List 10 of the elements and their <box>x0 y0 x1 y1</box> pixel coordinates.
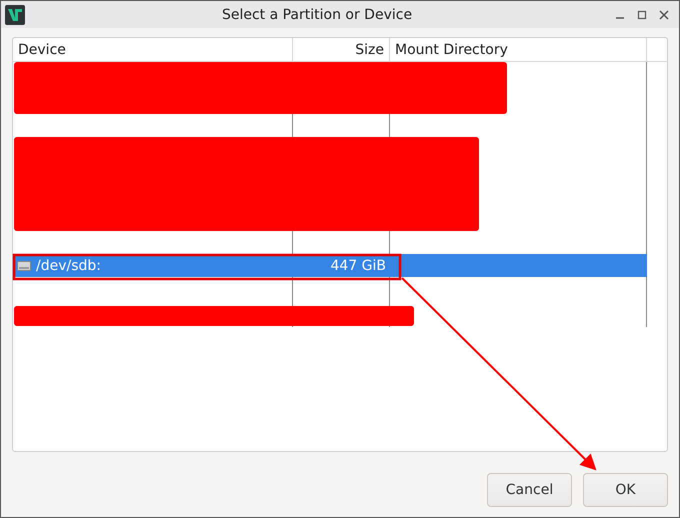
maximize-icon[interactable] <box>637 10 647 20</box>
drive-icon <box>17 260 31 272</box>
size-cell-text: 447 GiB <box>329 256 387 276</box>
device-name: /dev/sdb: <box>36 258 102 274</box>
app-logo-icon <box>5 4 25 24</box>
close-icon[interactable] <box>659 10 669 20</box>
cancel-button[interactable]: Cancel <box>487 473 572 507</box>
ok-button[interactable]: OK <box>583 473 668 507</box>
window-title: Select a Partition or Device <box>220 6 414 22</box>
device-row[interactable]: /dev/sdb: 447 GiB <box>14 254 647 277</box>
